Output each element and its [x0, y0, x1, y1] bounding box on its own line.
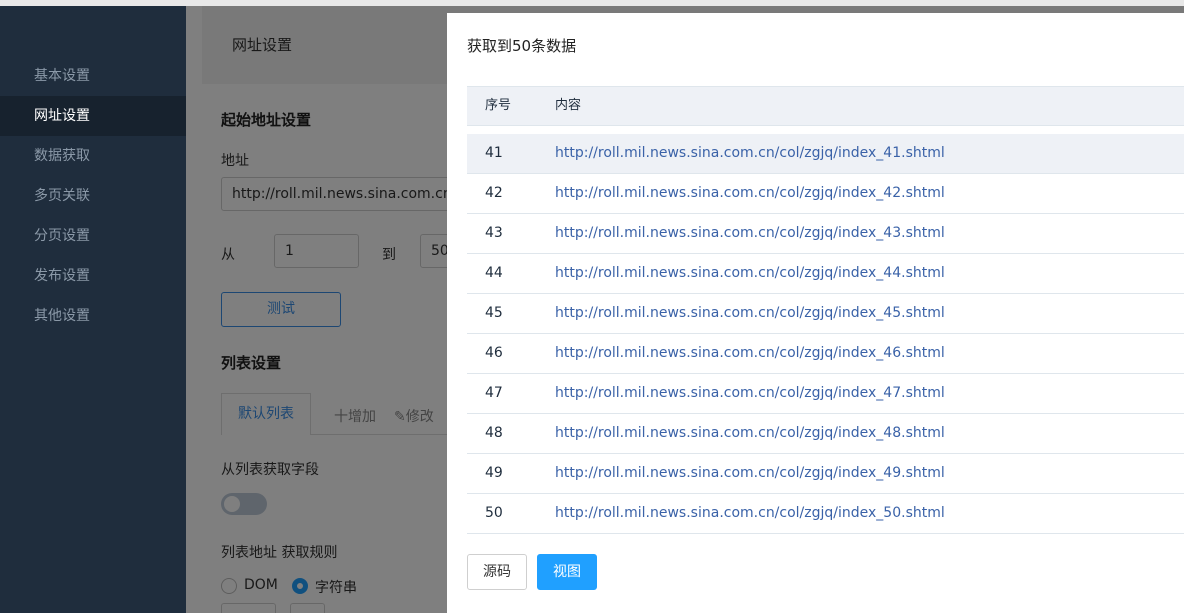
table-row[interactable]: 50 http://roll.mil.news.sina.com.cn/col/z…	[467, 494, 1184, 534]
sidebar: 基本设置 网址设置 数据获取 多页关联 分页设置 发布设置 其他设置	[0, 6, 186, 613]
row-url[interactable]: http://roll.mil.news.sina.com.cn/col/zgj…	[555, 374, 945, 413]
row-number: 42	[485, 185, 503, 201]
source-button[interactable]: 源码	[467, 554, 527, 590]
table-row[interactable]: 47 http://roll.mil.news.sina.com.cn/col/z…	[467, 374, 1184, 414]
result-dialog: 获取到50条数据 序号 内容 41 http://roll.mil.news.si…	[447, 13, 1184, 613]
sidebar-item-basic-settings[interactable]: 基本设置	[0, 56, 186, 96]
sidebar-item-url-settings[interactable]: 网址设置	[0, 96, 186, 136]
table-row[interactable]: 49 http://roll.mil.news.sina.com.cn/col/z…	[467, 454, 1184, 494]
table-header: 序号 内容	[467, 86, 1184, 126]
table-row[interactable]: 42 http://roll.mil.news.sina.com.cn/col/z…	[467, 174, 1184, 214]
table-row[interactable]: 41 http://roll.mil.news.sina.com.cn/col/z…	[467, 134, 1184, 174]
table-row[interactable]: 44 http://roll.mil.news.sina.com.cn/col/z…	[467, 254, 1184, 294]
row-url[interactable]: http://roll.mil.news.sina.com.cn/col/zgj…	[555, 254, 945, 293]
row-number: 46	[485, 345, 503, 361]
sidebar-item-multipage-link[interactable]: 多页关联	[0, 176, 186, 216]
row-url[interactable]: http://roll.mil.news.sina.com.cn/col/zgj…	[555, 174, 945, 213]
row-url[interactable]: http://roll.mil.news.sina.com.cn/col/zgj…	[555, 494, 945, 533]
row-number: 50	[485, 505, 503, 521]
table-row[interactable]: 48 http://roll.mil.news.sina.com.cn/col/z…	[467, 414, 1184, 454]
table-body: 41 http://roll.mil.news.sina.com.cn/col/z…	[467, 134, 1184, 534]
row-url[interactable]: http://roll.mil.news.sina.com.cn/col/zgj…	[555, 334, 945, 373]
row-number: 48	[485, 425, 503, 441]
row-number: 41	[485, 145, 503, 161]
column-header-number: 序号	[485, 98, 512, 113]
sidebar-item-data-fetch[interactable]: 数据获取	[0, 136, 186, 176]
sidebar-item-pagination-settings[interactable]: 分页设置	[0, 216, 186, 256]
table-row[interactable]: 46 http://roll.mil.news.sina.com.cn/col/z…	[467, 334, 1184, 374]
row-url[interactable]: http://roll.mil.news.sina.com.cn/col/zgj…	[555, 214, 945, 253]
dialog-title: 获取到50条数据	[467, 37, 577, 55]
row-url[interactable]: http://roll.mil.news.sina.com.cn/col/zgj…	[555, 294, 945, 333]
sidebar-item-publish-settings[interactable]: 发布设置	[0, 256, 186, 296]
row-url[interactable]: http://roll.mil.news.sina.com.cn/col/zgj…	[555, 454, 945, 493]
row-number: 49	[485, 465, 503, 481]
table-row[interactable]: 43 http://roll.mil.news.sina.com.cn/col/z…	[467, 214, 1184, 254]
row-number: 45	[485, 305, 503, 321]
table-row[interactable]: 45 http://roll.mil.news.sina.com.cn/col/z…	[467, 294, 1184, 334]
row-number: 44	[485, 265, 503, 281]
sidebar-item-other-settings[interactable]: 其他设置	[0, 296, 186, 336]
row-number: 47	[485, 385, 503, 401]
view-button[interactable]: 视图	[537, 554, 597, 590]
row-url[interactable]: http://roll.mil.news.sina.com.cn/col/zgj…	[555, 414, 945, 453]
row-url[interactable]: http://roll.mil.news.sina.com.cn/col/zgj…	[555, 134, 945, 173]
row-number: 43	[485, 225, 503, 241]
column-header-content: 内容	[555, 98, 582, 113]
